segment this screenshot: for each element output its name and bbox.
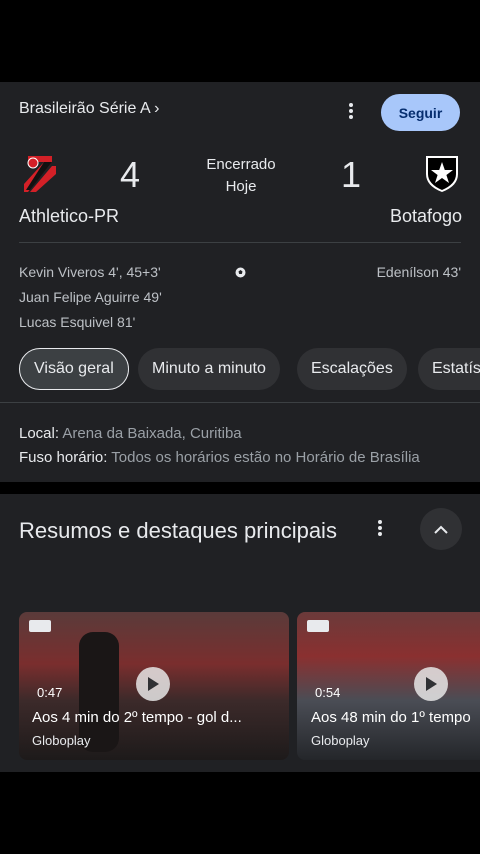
- video-title: Aos 48 min do 1º tempo: [311, 709, 471, 726]
- highlights-title: Resumos e destaques principais: [19, 518, 337, 543]
- chevron-up-icon: [434, 525, 448, 534]
- venue-value: Arena da Baixada, Curitiba: [62, 425, 242, 442]
- home-scorer: Kevin Viveros 4', 45+3': [19, 264, 161, 280]
- follow-button[interactable]: Seguir: [381, 94, 460, 131]
- video-duration: 0:54: [315, 685, 341, 700]
- venue-info: Local: Arena da Baixada, Curitiba: [19, 425, 242, 442]
- soccer-ball-icon: [235, 265, 246, 283]
- divider: [0, 402, 480, 403]
- match-status: Encerrado Hoje: [195, 154, 287, 198]
- athletico-shield-icon[interactable]: [22, 154, 58, 199]
- tab-stats[interactable]: Estatís: [418, 348, 480, 390]
- venue-label: Local:: [19, 425, 60, 442]
- tab-minute-by-minute[interactable]: Minuto a minuto: [138, 348, 280, 390]
- away-scorer: Edenílson 43': [376, 264, 461, 280]
- home-scorer: Lucas Esquivel 81': [19, 314, 136, 330]
- video-title: Aos 4 min do 2º tempo - gol d...: [32, 709, 242, 726]
- home-scorer: Juan Felipe Aguirre 49': [19, 289, 162, 305]
- more-options-icon[interactable]: [349, 103, 353, 121]
- tab-overview[interactable]: Visão geral: [19, 348, 129, 390]
- home-score: 4: [120, 154, 141, 195]
- divider: [19, 242, 461, 243]
- play-icon[interactable]: [136, 667, 170, 701]
- timezone-value: Todos os horários estão no Horário de Br…: [111, 449, 420, 466]
- video-card[interactable]: 0:54 Aos 48 min do 1º tempo Globoplay: [297, 612, 480, 760]
- away-team-name[interactable]: Botafogo: [390, 206, 462, 227]
- more-options-icon[interactable]: [378, 520, 382, 538]
- scoreboard-badge: [307, 620, 329, 632]
- status-text: Encerrado: [206, 156, 276, 173]
- tab-lineups[interactable]: Escalações: [297, 348, 407, 390]
- timezone-label: Fuso horário:: [19, 449, 108, 466]
- play-icon[interactable]: [414, 667, 448, 701]
- timezone-info: Fuso horário: Todos os horários estão no…: [19, 449, 420, 466]
- video-duration: 0:47: [37, 685, 63, 700]
- away-score: 1: [341, 154, 362, 195]
- collapse-button[interactable]: [420, 508, 462, 550]
- video-source: Globoplay: [311, 733, 370, 748]
- match-date: Hoje: [225, 178, 257, 195]
- botafogo-star-icon[interactable]: [423, 154, 461, 199]
- home-team-name[interactable]: Athletico-PR: [19, 206, 119, 227]
- video-source: Globoplay: [32, 733, 91, 748]
- scoreboard-badge: [29, 620, 51, 632]
- league-link[interactable]: Brasileirão Série A ›: [19, 100, 160, 118]
- video-card[interactable]: 0:47 Aos 4 min do 2º tempo - gol d... Gl…: [19, 612, 289, 760]
